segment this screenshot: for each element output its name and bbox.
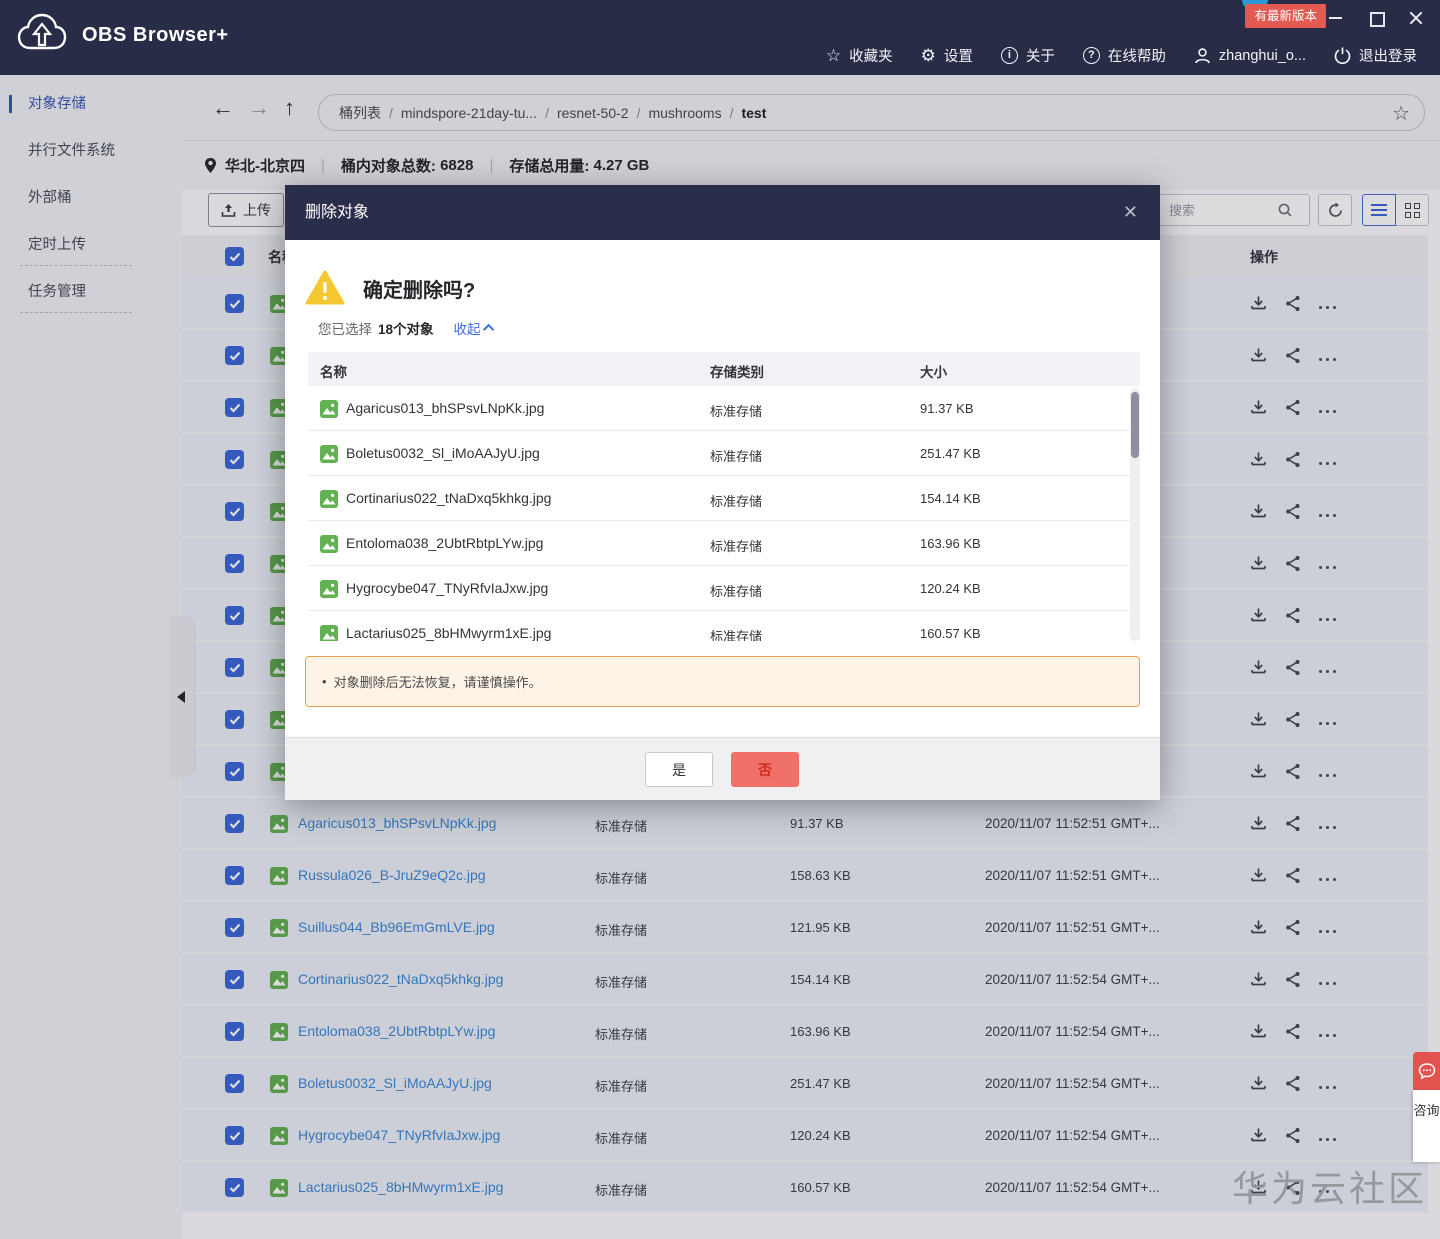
favorites-button[interactable]: ☆ 收藏夹	[817, 45, 902, 66]
confirm-yes-button[interactable]: 是	[645, 752, 713, 787]
minimize-icon[interactable]	[1328, 10, 1344, 26]
app-title: OBS Browser+	[82, 24, 229, 47]
list-item: Hygrocybe047_TNyRfvIaJxw.jpg 标准存储 120.24…	[308, 566, 1140, 611]
collapse-list-link[interactable]: 收起	[454, 318, 494, 338]
list-class-header: 存储类别	[710, 361, 764, 381]
chat-bubble-icon[interactable]	[1413, 1052, 1440, 1090]
window-controls	[1328, 10, 1424, 26]
chat-label[interactable]: 咨询	[1413, 1090, 1440, 1162]
object-size: 120.24 KB	[920, 581, 981, 596]
object-size: 163.96 KB	[920, 536, 981, 551]
image-icon	[320, 490, 338, 508]
account-button[interactable]: zhanghui_o...	[1185, 47, 1315, 64]
warning-text: 对象删除后无法恢复，请谨慎操作。	[334, 672, 542, 691]
list-size-header: 大小	[920, 361, 947, 381]
list-item: Boletus0032_Sl_iMoAAJyU.jpg 标准存储 251.47 …	[308, 431, 1140, 476]
storage-class: 标准存储	[710, 581, 762, 600]
image-icon	[320, 445, 338, 463]
object-size: 154.14 KB	[920, 491, 981, 506]
list-item: Agaricus013_bhSPsvLNpKk.jpg 标准存储 91.37 K…	[308, 386, 1140, 431]
list-item: Lactarius025_8bHMwyrm1xE.jpg 标准存储 160.57…	[308, 611, 1140, 641]
question-icon: ?	[1083, 47, 1100, 64]
user-icon	[1194, 47, 1211, 64]
selected-objects-list: 名称 存储类别 大小 Agaricus013_bhSPsvLNpKk.jpg 标…	[308, 352, 1140, 641]
selected-count: 18个对象	[378, 318, 434, 338]
storage-class: 标准存储	[710, 491, 762, 510]
object-name: Boletus0032_Sl_iMoAAJyU.jpg	[346, 445, 540, 461]
list-item: Cortinarius022_tNaDxq5khkg.jpg 标准存储 154.…	[308, 476, 1140, 521]
list-rows: Agaricus013_bhSPsvLNpKk.jpg 标准存储 91.37 K…	[308, 386, 1140, 641]
gear-icon: ⚙	[921, 47, 936, 64]
about-button[interactable]: i 关于	[992, 45, 1064, 66]
object-name: Agaricus013_bhSPsvLNpKk.jpg	[346, 400, 544, 416]
warning-triangle-icon	[305, 270, 345, 306]
obs-cloud-logo-icon	[16, 12, 68, 58]
about-label: 关于	[1026, 45, 1055, 66]
title-bar: OBS Browser+ 有最新版本 ☆ 收藏夹 ⚙ 设置 i 关于 ? 在线帮…	[0, 0, 1440, 75]
bullet: •	[322, 674, 327, 689]
warning-note: • 对象删除后无法恢复，请谨慎操作。	[305, 656, 1140, 707]
info-icon: i	[1001, 47, 1018, 64]
favorites-label: 收藏夹	[849, 45, 893, 66]
update-badge[interactable]: 有最新版本	[1245, 4, 1326, 28]
delete-dialog: 删除对象 ✕ 确定删除吗? 您已选择 18个对象 收起 名称 存储类别 大小 A…	[285, 185, 1160, 800]
dialog-close-icon[interactable]: ✕	[1123, 185, 1138, 240]
close-icon[interactable]	[1408, 10, 1424, 26]
object-name: Entoloma038_2UbtRbtpLYw.jpg	[346, 535, 543, 551]
chevron-up-icon	[482, 324, 493, 335]
selection-summary: 您已选择 18个对象 收起	[318, 318, 494, 338]
storage-class: 标准存储	[710, 446, 762, 465]
confirm-question: 确定删除吗?	[363, 274, 475, 303]
help-label: 在线帮助	[1108, 45, 1166, 66]
image-icon	[320, 580, 338, 598]
maximize-icon[interactable]	[1368, 10, 1384, 26]
logout-label: 退出登录	[1359, 45, 1417, 66]
object-size: 251.47 KB	[920, 446, 981, 461]
list-item: Entoloma038_2UbtRbtpLYw.jpg 标准存储 163.96 …	[308, 521, 1140, 566]
object-size: 160.57 KB	[920, 626, 981, 641]
scrollbar-thumb[interactable]	[1131, 392, 1139, 458]
settings-button[interactable]: ⚙ 设置	[912, 45, 982, 66]
dialog-title: 删除对象	[305, 204, 369, 221]
top-navigation: ☆ 收藏夹 ⚙ 设置 i 关于 ? 在线帮助 zhanghui_o...	[817, 45, 1426, 66]
confirm-no-button[interactable]: 否	[731, 752, 799, 787]
list-scrollbar	[1130, 388, 1140, 641]
help-button[interactable]: ? 在线帮助	[1074, 45, 1175, 66]
image-icon	[320, 625, 338, 641]
object-size: 91.37 KB	[920, 401, 974, 416]
watermark: 华为云社区	[1232, 1160, 1427, 1212]
storage-class: 标准存储	[710, 626, 762, 641]
list-header: 名称 存储类别 大小	[308, 352, 1140, 386]
power-icon	[1334, 47, 1351, 64]
settings-label: 设置	[944, 45, 973, 66]
object-name: Hygrocybe047_TNyRfvIaJxw.jpg	[346, 580, 548, 596]
star-icon: ☆	[826, 47, 841, 64]
list-name-header: 名称	[320, 361, 347, 381]
storage-class: 标准存储	[710, 536, 762, 555]
dialog-footer: 是 否	[285, 737, 1160, 800]
account-label: zhanghui_o...	[1219, 48, 1306, 64]
object-name: Cortinarius022_tNaDxq5khkg.jpg	[346, 490, 551, 506]
logout-button[interactable]: 退出登录	[1325, 45, 1426, 66]
storage-class: 标准存储	[710, 401, 762, 420]
image-icon	[320, 535, 338, 553]
app-brand: OBS Browser+	[16, 12, 229, 58]
selected-prefix: 您已选择	[318, 318, 372, 338]
support-chat-widget[interactable]: 咨询	[1413, 1052, 1440, 1162]
collapse-label: 收起	[454, 318, 481, 338]
image-icon	[320, 400, 338, 418]
dialog-title-bar: 删除对象 ✕	[285, 185, 1160, 240]
object-name: Lactarius025_8bHMwyrm1xE.jpg	[346, 625, 551, 641]
